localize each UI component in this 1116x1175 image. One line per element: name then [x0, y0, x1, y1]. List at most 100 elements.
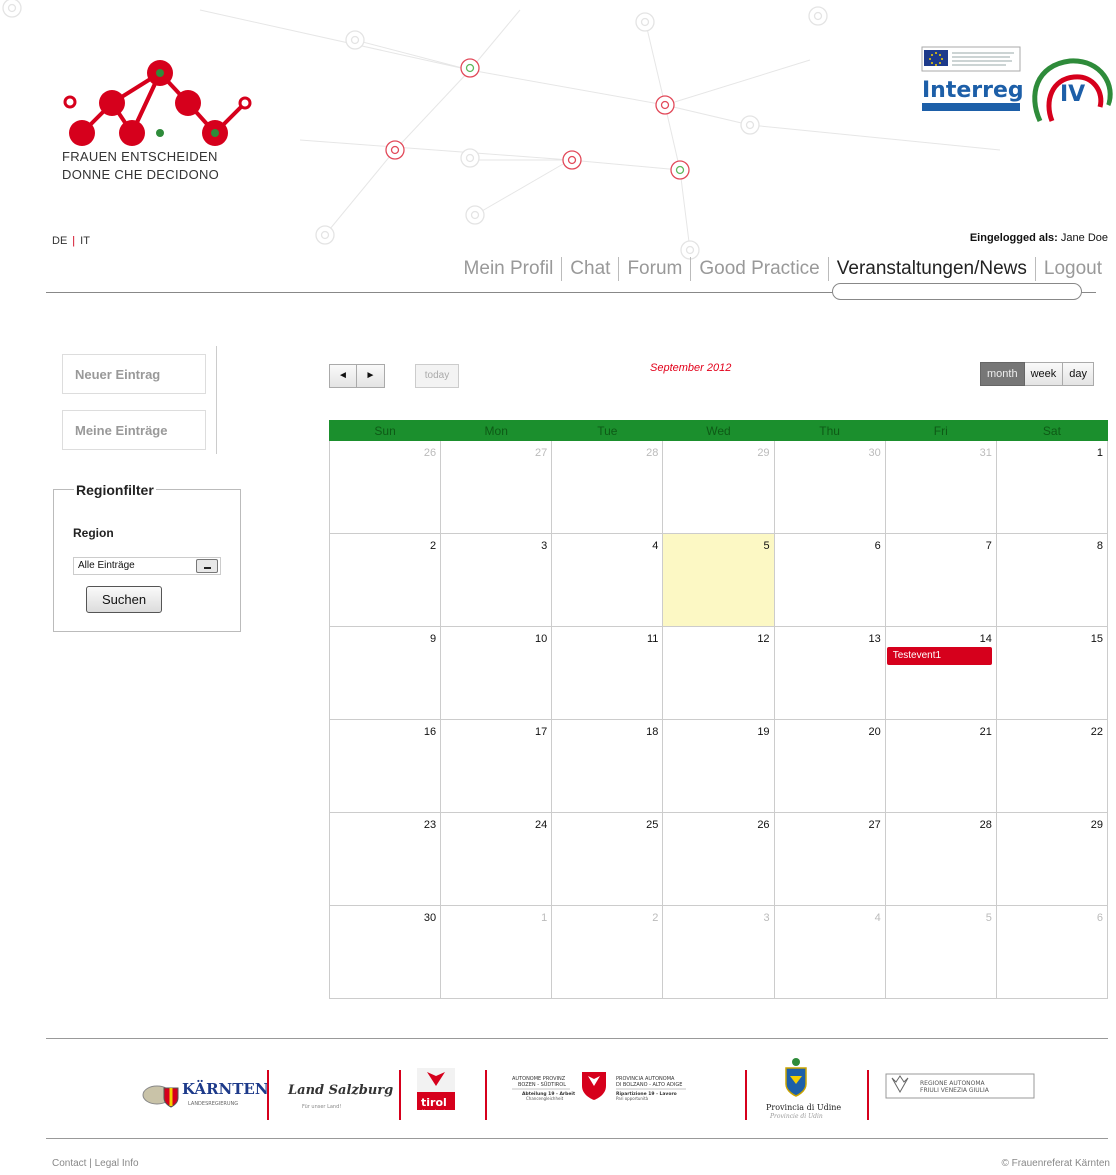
region-select[interactable]: Alle Einträge	[73, 557, 221, 575]
calendar-day-cell[interactable]: 5	[884, 905, 997, 999]
lang-it-link[interactable]: IT	[80, 235, 90, 247]
day-number: 13	[868, 633, 881, 645]
day-number: 10	[535, 633, 548, 645]
day-number: 11	[647, 633, 659, 645]
calendar-day-cell[interactable]: 1	[995, 440, 1109, 534]
weekday-header: Sun	[328, 420, 442, 441]
calendar-week-row: 23 24 25 26 27 28 29	[328, 812, 1109, 906]
calendar-week-row: 26 27 28 29 30 31 1	[328, 440, 1109, 534]
svg-text:KÄRNTEN: KÄRNTEN	[182, 1079, 269, 1098]
svg-text:DI BOLZANO - ALTO ADIGE: DI BOLZANO - ALTO ADIGE	[616, 1082, 682, 1088]
legal-info-link[interactable]: Legal Info	[95, 1158, 139, 1169]
calendar-day-cell[interactable]: 29	[662, 440, 775, 534]
weekday-header: Fri	[884, 420, 997, 441]
search-button[interactable]: Suchen	[86, 586, 162, 613]
calendar-event[interactable]: Testevent1	[886, 647, 992, 665]
brand-line-de: FRAUEN ENTSCHEIDEN	[62, 149, 218, 164]
calendar-day-cell[interactable]: 30	[773, 440, 886, 534]
calendar-day-cell[interactable]: 9	[328, 626, 442, 720]
calendar-day-cell[interactable]: 23	[328, 812, 442, 906]
calendar-body: 26 27 28 29 30 31 1 2 3 4 5 6 7 8 9 10 11 12 13 14 Testevent…	[328, 440, 1109, 999]
calendar-day-cell[interactable]: 28	[551, 440, 664, 534]
view-week-button[interactable]: week	[1024, 362, 1064, 386]
calendar-week-row: 9 10 11 12 13 14 Testevent1 15	[328, 626, 1109, 720]
calendar-day-cell[interactable]: 14 Testevent1	[884, 626, 997, 720]
calendar-day-cell[interactable]: 8	[995, 533, 1109, 627]
calendar-day-cell[interactable]: 7	[884, 533, 997, 627]
calendar-day-cell[interactable]: 24	[440, 812, 553, 906]
calendar-day-cell[interactable]: 15	[995, 626, 1109, 720]
search-input[interactable]	[832, 283, 1082, 300]
calendar-day-cell[interactable]: 21	[884, 719, 997, 813]
calendar-day-cell[interactable]: 28	[884, 812, 997, 906]
calendar-day-cell[interactable]: 31	[884, 440, 997, 534]
region-filter-legend: Regionfilter	[74, 482, 156, 498]
day-number: 1	[1096, 447, 1103, 459]
svg-text:Für unser Land!: Für unser Land!	[302, 1104, 341, 1110]
calendar-day-cell[interactable]: 4	[773, 905, 886, 999]
calendar-day-cell[interactable]: 13	[773, 626, 886, 720]
calendar-week-row: 16 17 18 19 20 21 22	[328, 719, 1109, 813]
lang-de-link[interactable]: DE	[52, 235, 67, 247]
calendar-day-cell[interactable]: 22	[995, 719, 1109, 813]
calendar-day-cell[interactable]: 29	[995, 812, 1109, 906]
site-logo[interactable]: FRAUEN ENTSCHEIDEN DONNE CHE DECIDONO	[62, 58, 282, 184]
calendar-day-cell[interactable]: 27	[773, 812, 886, 906]
calendar-day-cell[interactable]: 26	[662, 812, 775, 906]
calendar-day-cell[interactable]: 30	[328, 905, 442, 999]
day-number: 7	[985, 540, 992, 552]
calendar-day-cell[interactable]: 27	[440, 440, 553, 534]
calendar-day-cell[interactable]: 20	[773, 719, 886, 813]
nav-mein-profil[interactable]: Mein Profil	[456, 257, 562, 281]
calendar-day-cell[interactable]: 10	[440, 626, 553, 720]
today-button[interactable]: today	[415, 364, 459, 388]
nav-logout[interactable]: Logout	[1034, 257, 1110, 281]
calendar-day-cell[interactable]: 16	[328, 719, 442, 813]
calendar-day-cell[interactable]: 4	[551, 533, 664, 627]
day-number: 14	[979, 633, 992, 645]
svg-text:Chancengleichheit: Chancengleichheit	[526, 1096, 564, 1101]
brand-line-it: DONNE CHE DECIDONO	[62, 167, 220, 182]
calendar-day-cell[interactable]: 6	[773, 533, 886, 627]
next-month-button[interactable]: ►	[357, 364, 385, 388]
calendar-day-cell[interactable]: 6	[995, 905, 1109, 999]
calendar-day-cell[interactable]: 11	[551, 626, 664, 720]
calendar-day-cell[interactable]: 19	[662, 719, 775, 813]
day-number: 2	[652, 912, 659, 924]
calendar-day-cell[interactable]: 1	[440, 905, 553, 999]
day-number: 8	[1096, 540, 1103, 552]
weekday-header: Tue	[551, 420, 664, 441]
calendar-day-cell[interactable]: 3	[662, 905, 775, 999]
new-entry-button[interactable]: Neuer Eintrag	[62, 354, 206, 394]
calendar-week-row: 30 1 2 3 4 5 6	[328, 905, 1109, 999]
calendar-day-cell[interactable]: 5	[662, 533, 775, 627]
my-entries-button[interactable]: Meine Einträge	[62, 410, 206, 450]
calendar-day-cell[interactable]: 18	[551, 719, 664, 813]
view-day-button[interactable]: day	[1063, 362, 1095, 386]
calendar-day-cell[interactable]: 3	[440, 533, 553, 627]
nav-veranstaltungen-news[interactable]: Veranstaltungen/News	[827, 257, 1035, 281]
day-number: 15	[1090, 633, 1103, 645]
day-number: 24	[535, 819, 548, 831]
logged-in-info: Eingelogged als: Jane Doe	[970, 232, 1108, 244]
nav-forum[interactable]: Forum	[618, 257, 690, 281]
svg-text:Provincie di Udin: Provincie di Udin	[769, 1113, 823, 1120]
calendar-day-cell[interactable]: 17	[440, 719, 553, 813]
interreg-logo: Interreg IV	[920, 45, 1116, 125]
view-month-button[interactable]: month	[980, 362, 1025, 386]
nav-good-practice[interactable]: Good Practice	[690, 257, 827, 281]
svg-text:IV: IV	[1060, 82, 1085, 107]
calendar-day-cell[interactable]: 12	[662, 626, 775, 720]
calendar-day-cell[interactable]: 2	[551, 905, 664, 999]
dropdown-icon[interactable]	[196, 559, 218, 573]
svg-text:FRIULI VENEZIA GIULIA: FRIULI VENEZIA GIULIA	[920, 1087, 990, 1094]
day-number: 3	[763, 912, 770, 924]
nav-chat[interactable]: Chat	[561, 257, 618, 281]
weekday-header-row: Sun Mon Tue Wed Thu Fri Sat	[328, 420, 1109, 441]
svg-text:LANDESREGIERUNG: LANDESREGIERUNG	[188, 1101, 238, 1107]
calendar-day-cell[interactable]: 2	[328, 533, 442, 627]
prev-month-button[interactable]: ◄	[329, 364, 357, 388]
contact-link[interactable]: Contact	[52, 1158, 86, 1169]
calendar-day-cell[interactable]: 26	[328, 440, 442, 534]
calendar-day-cell[interactable]: 25	[551, 812, 664, 906]
